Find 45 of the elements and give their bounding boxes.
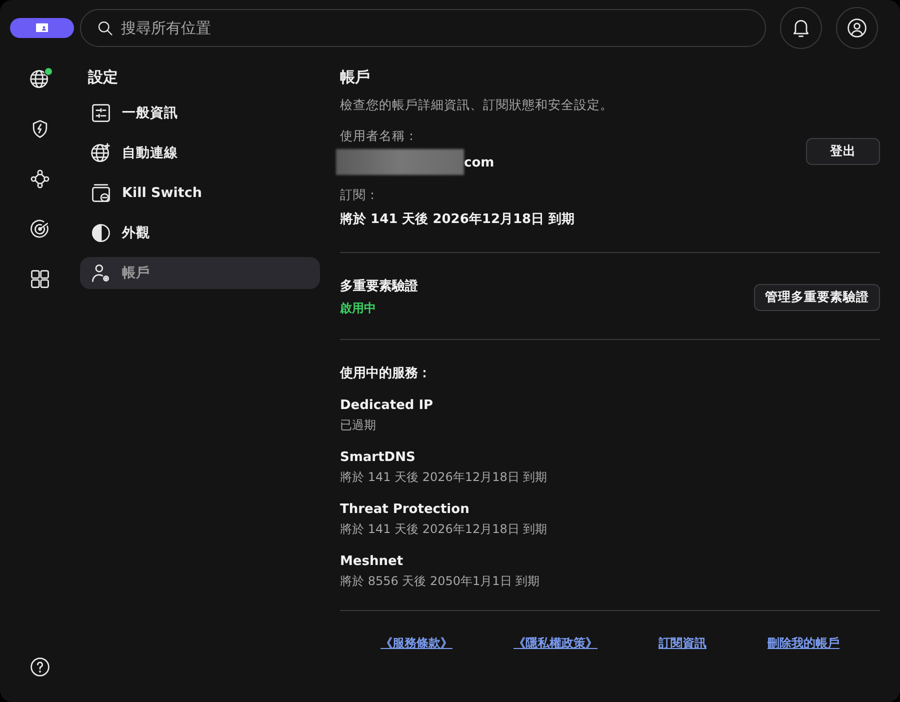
service-status: 將於 141 天後 2026年12月18日 到期	[340, 521, 548, 538]
account-description: 檢查您的帳戶詳細資訊、訂閱狀態和安全設定。	[340, 97, 614, 114]
service-status: 已過期	[340, 417, 377, 434]
mesh-nodes-icon	[29, 168, 51, 190]
footer-link[interactable]: 《服務條款》	[380, 635, 452, 652]
service-name: Threat Protection	[340, 502, 470, 517]
contrast-icon	[90, 222, 112, 244]
settings-nav-item[interactable]: 自動連線	[80, 137, 320, 169]
account-title: 帳戶	[340, 68, 371, 87]
services-title: 使用中的服務：	[340, 365, 432, 382]
user-gear-icon	[90, 262, 112, 284]
username-label: 使用者名稱：	[340, 128, 419, 145]
settings-nav-item[interactable]: 外觀	[80, 217, 320, 249]
vpn-toggle-button[interactable]	[10, 18, 74, 38]
subscription-value: 將於 141 天後 2026年12月18日 到期	[340, 211, 576, 228]
service-name: Dedicated IP	[340, 398, 434, 413]
footer-link[interactable]: 刪除我的帳戶	[768, 635, 840, 652]
footer-link[interactable]: 訂閱資訊	[658, 635, 706, 652]
search-icon	[96, 19, 114, 37]
logout-button[interactable]: 登出	[806, 138, 880, 165]
sliders-icon	[90, 102, 112, 124]
apps-grid-icon	[29, 268, 51, 290]
service-name: SmartDNS	[340, 450, 416, 465]
user-icon	[846, 17, 868, 39]
profile-button[interactable]	[836, 7, 878, 49]
manage-mfa-button[interactable]: 管理多重要素驗證	[754, 284, 880, 310]
settings-nav-item[interactable]: Kill Switch	[80, 177, 320, 209]
mfa-status: 啟用中	[340, 300, 377, 317]
radar-icon	[29, 218, 51, 240]
service-name: Meshnet	[340, 554, 404, 569]
help-icon	[29, 656, 51, 678]
settings-title: 設定	[88, 68, 119, 87]
window-minus-icon	[90, 182, 112, 204]
subscription-label: 訂閱：	[340, 187, 380, 204]
notifications-button[interactable]	[780, 7, 822, 49]
settings-nav-item[interactable]: 帳戶	[80, 257, 320, 289]
mfa-title: 多重要素驗證	[340, 278, 418, 295]
service-status: 將於 8556 天後 2050年1月1日 到期	[340, 573, 541, 590]
globe-icon	[29, 68, 51, 90]
globe-sparkle-icon	[90, 142, 112, 164]
settings-nav-item[interactable]: 一般資訊	[80, 97, 320, 129]
footer-link[interactable]: 《隱私權政策》	[514, 635, 598, 652]
service-status: 將於 141 天後 2026年12月18日 到期	[340, 469, 548, 486]
username-value: com	[464, 155, 494, 170]
search-field[interactable]: 搜尋所有位置	[80, 9, 766, 47]
